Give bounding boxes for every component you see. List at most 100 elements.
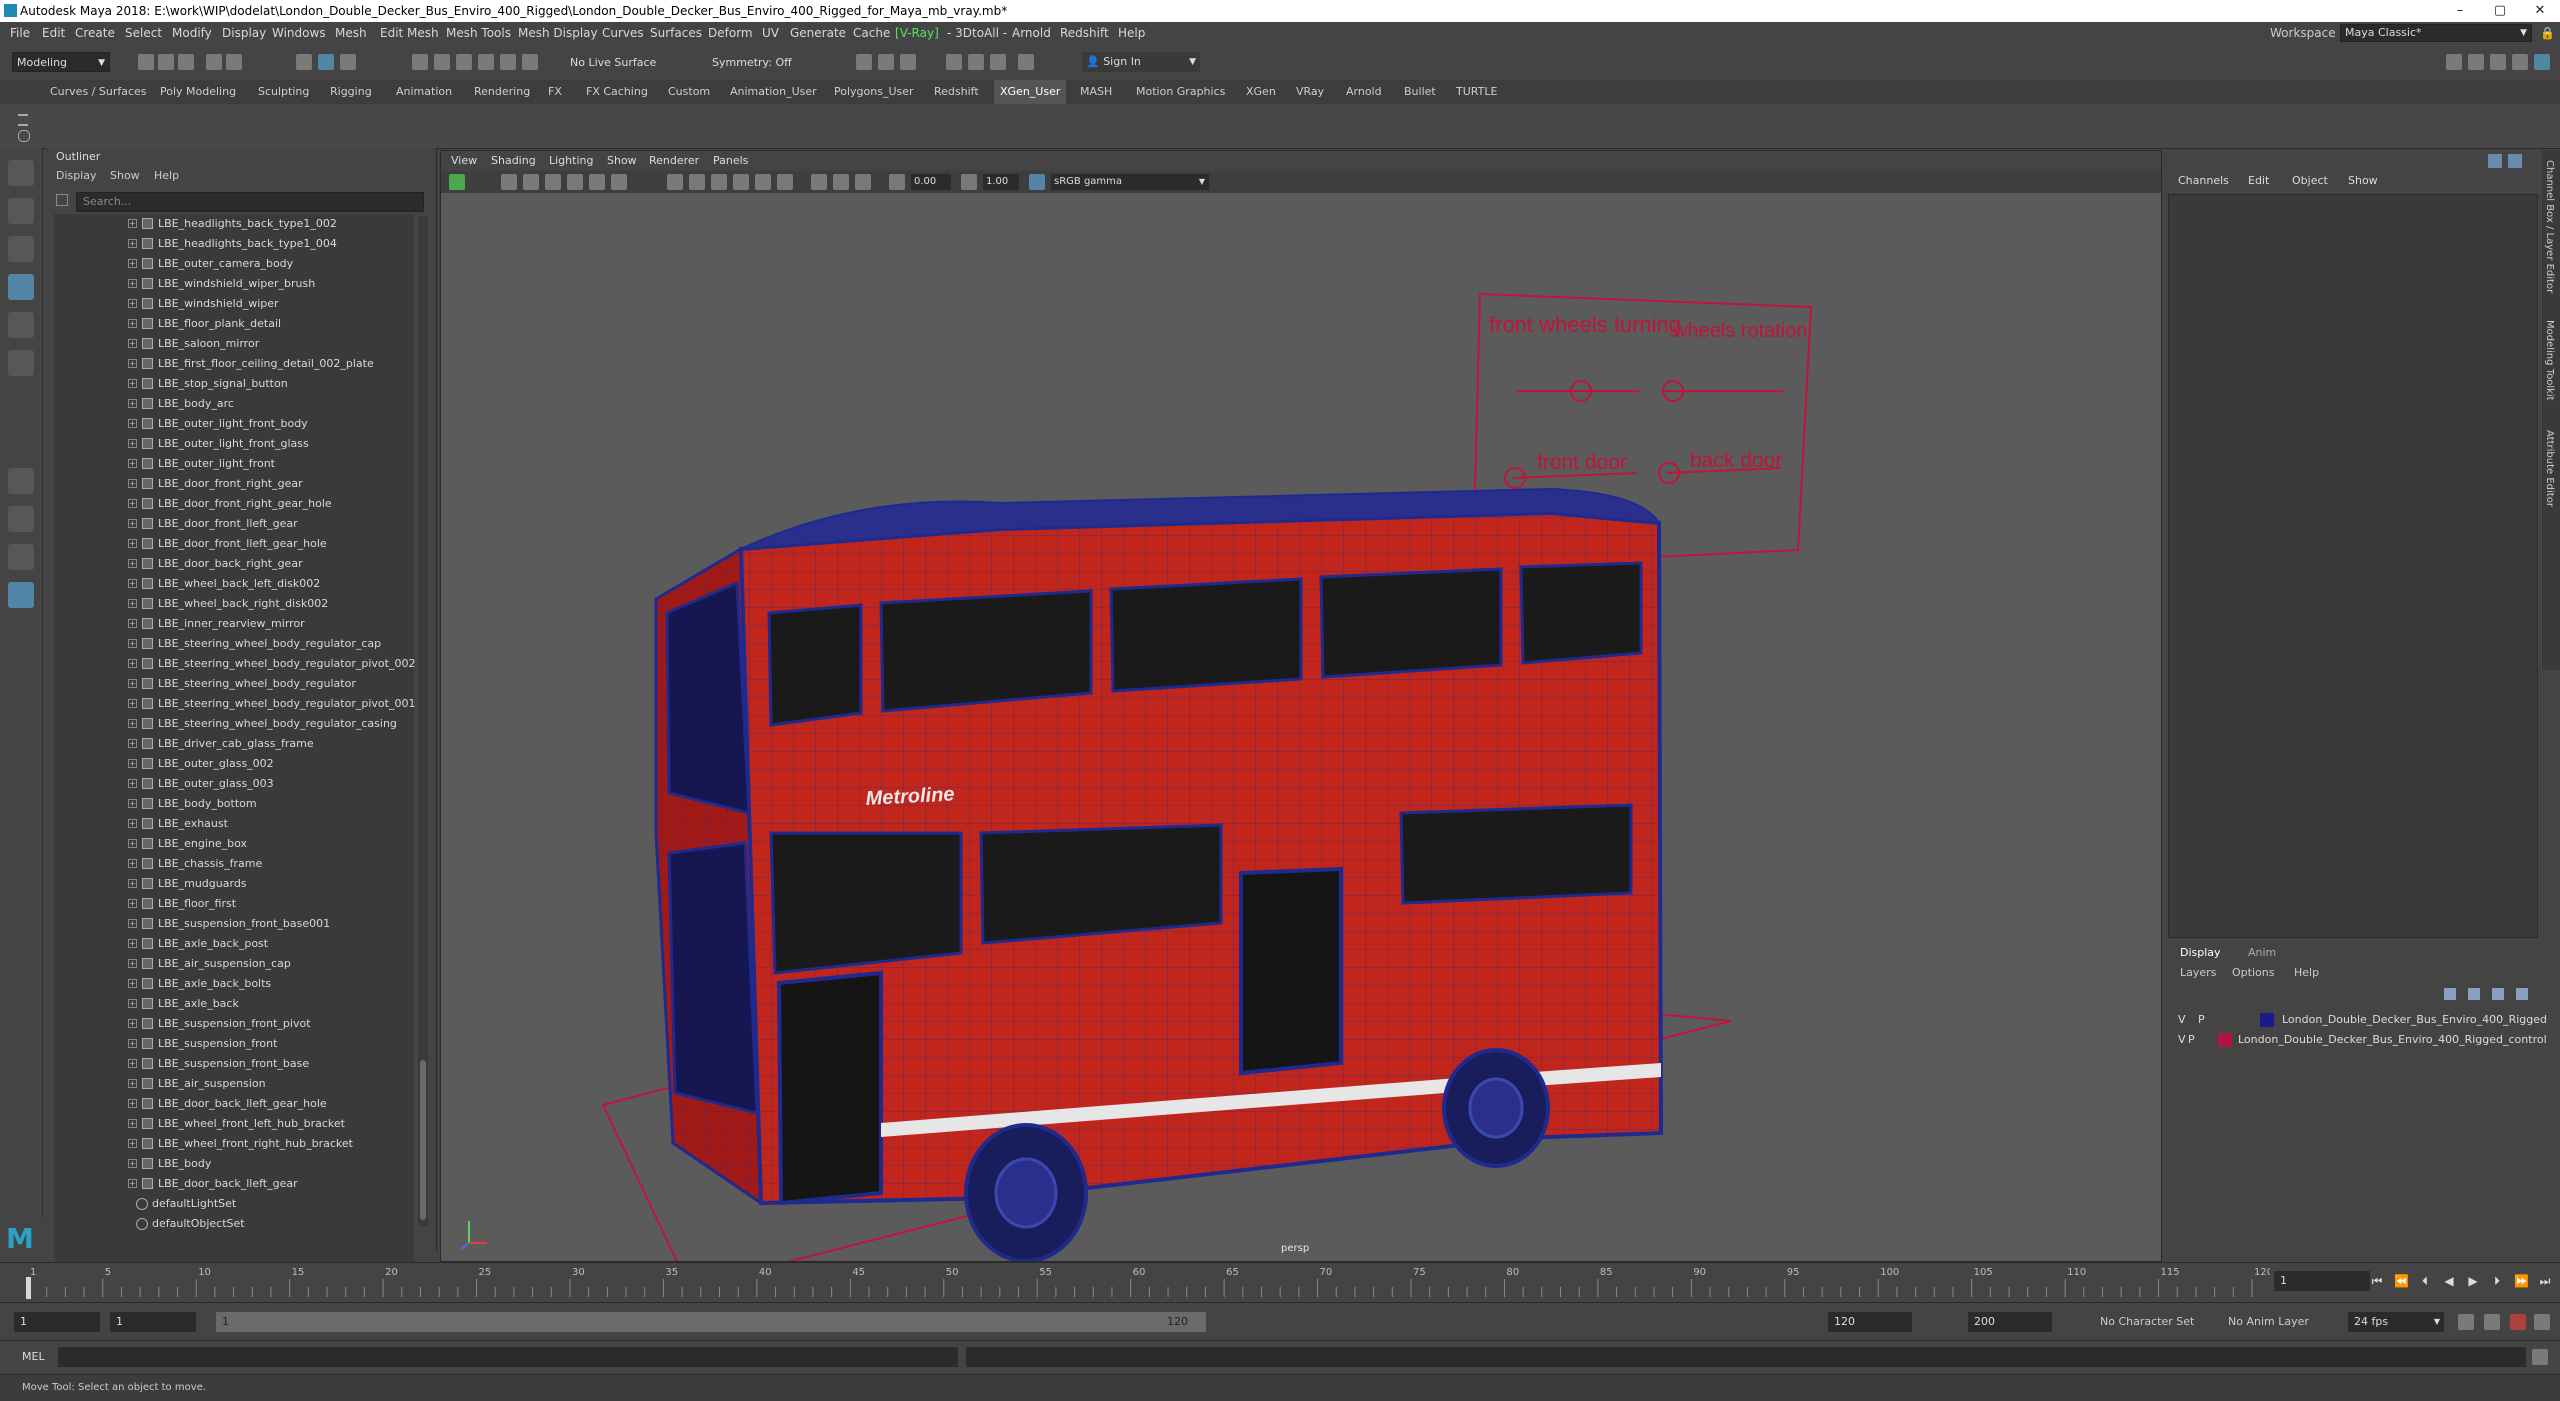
film-gate-icon[interactable] (589, 174, 605, 190)
command-input[interactable] (58, 1347, 958, 1367)
snap-view-plane-icon[interactable] (478, 54, 494, 70)
outliner-item[interactable]: + LBE_engine_box (54, 834, 414, 854)
expand-icon[interactable]: + (128, 899, 137, 908)
expand-icon[interactable]: + (128, 1179, 137, 1188)
minimize-button[interactable]: – (2440, 0, 2480, 22)
expand-icon[interactable]: + (128, 399, 137, 408)
expand-icon[interactable]: + (128, 499, 137, 508)
expand-icon[interactable]: + (128, 619, 137, 628)
menu-3dtoall[interactable]: - 3DtoAll - (947, 22, 1007, 44)
outliner-item[interactable]: + LBE_axle_back_post (54, 934, 414, 954)
expand-icon[interactable]: + (128, 559, 137, 568)
expand-icon[interactable]: + (128, 979, 137, 988)
layer-playback-toggle[interactable]: P (2188, 1030, 2195, 1050)
shelf-tab-animation-user[interactable]: Animation_User (730, 80, 817, 104)
expand-icon[interactable]: + (128, 639, 137, 648)
expand-icon[interactable]: + (128, 319, 137, 328)
step-back-key-icon[interactable]: ⏪ (2394, 1274, 2409, 1288)
filter-icon[interactable] (56, 194, 68, 206)
outliner-item[interactable]: + LBE_steering_wheel_body_regulator_pivot… (54, 654, 415, 674)
expand-icon[interactable]: + (128, 279, 137, 288)
expand-icon[interactable]: + (128, 779, 137, 788)
snap-curve-icon[interactable] (434, 54, 450, 70)
outliner-item[interactable]: + LBE_outer_camera_body (54, 254, 414, 274)
outliner-item[interactable]: + LBE_driver_cab_glass_frame (54, 734, 414, 754)
save-scene-icon[interactable] (178, 54, 194, 70)
close-button[interactable]: ✕ (2520, 0, 2560, 22)
menu-curves[interactable]: Curves (602, 22, 644, 44)
camera-attributes-icon[interactable] (501, 174, 517, 190)
xray-icon[interactable] (833, 174, 849, 190)
ipr-render-icon[interactable] (878, 54, 894, 70)
expand-icon[interactable]: + (128, 1159, 137, 1168)
expand-icon[interactable]: + (128, 839, 137, 848)
outliner-item[interactable]: + LBE_outer_light_front (54, 454, 414, 474)
layer-color-swatch[interactable] (2218, 1033, 2232, 1047)
expand-icon[interactable]: + (128, 759, 137, 768)
side-tab-modeling-toolkit[interactable]: Modeling Toolkit (2544, 320, 2555, 401)
mel-label[interactable]: MEL (22, 1350, 45, 1363)
animation-prefs-icon[interactable] (2534, 1314, 2550, 1330)
expand-icon[interactable]: + (128, 699, 137, 708)
expand-icon[interactable]: + (128, 439, 137, 448)
outliner-search-input[interactable]: Search... (76, 192, 424, 212)
select-tool-icon[interactable] (8, 160, 34, 186)
four-view-icon[interactable] (8, 506, 34, 532)
layer-color-swatch[interactable] (2260, 1013, 2274, 1027)
outliner-item[interactable]: + LBE_body_arc (54, 394, 414, 414)
bus-model[interactable]: Metroline (654, 487, 1664, 1261)
render-settings-icon[interactable] (900, 54, 916, 70)
menu-help[interactable]: Help (1118, 22, 1145, 44)
go-to-end-icon[interactable]: ⏭ (2538, 1274, 2552, 1288)
expand-icon[interactable]: + (128, 679, 137, 688)
expand-icon[interactable]: + (128, 519, 137, 528)
menu-display[interactable]: Display (222, 22, 266, 44)
shelf-menu-icon[interactable] (18, 114, 28, 126)
expand-icon[interactable]: + (128, 299, 137, 308)
outliner-item[interactable]: + LBE_wheel_back_left_disk002 (54, 574, 414, 594)
outliner-item[interactable]: + LBE_outer_glass_003 (54, 774, 414, 794)
viewport-scene[interactable]: front wheels turning wheels rotation fro… (441, 193, 2161, 1261)
expand-icon[interactable]: + (128, 879, 137, 888)
new-layer-selected-icon[interactable] (2516, 988, 2528, 1000)
toggle-outliner-icon[interactable] (2490, 54, 2506, 70)
outliner-item[interactable]: + LBE_headlights_back_type1_004 (54, 234, 414, 254)
bookmark-icon[interactable] (523, 174, 539, 190)
auto-key-icon[interactable] (2484, 1314, 2500, 1330)
outliner-item[interactable]: + LBE_body (54, 1154, 414, 1174)
single-view-icon[interactable] (8, 468, 34, 494)
anim-layer-dropdown[interactable]: No Anim Layer (2228, 1315, 2309, 1328)
expand-icon[interactable]: + (128, 1019, 137, 1028)
snap-surface-icon[interactable] (500, 54, 516, 70)
expand-icon[interactable]: + (128, 859, 137, 868)
rotate-tool-icon[interactable] (8, 312, 34, 338)
snap-vertex-icon[interactable] (522, 54, 538, 70)
outliner-item[interactable]: + LBE_suspension_front (54, 1034, 414, 1054)
layer-playback-toggle[interactable]: P (2198, 1010, 2205, 1030)
outliner-item[interactable]: + LBE_door_back_right_gear (54, 554, 414, 574)
side-tab-channel-box[interactable]: Channel Box / Layer Editor (2544, 160, 2555, 293)
expand-icon[interactable]: + (128, 579, 137, 588)
menu-edit[interactable]: Edit (42, 22, 65, 44)
outliner-menu-help[interactable]: Help (154, 166, 179, 186)
grid-icon[interactable] (567, 174, 583, 190)
current-frame-field[interactable]: 1 (2274, 1271, 2370, 1291)
scale-tool-icon[interactable] (8, 350, 34, 376)
expand-icon[interactable]: + (128, 939, 137, 948)
outliner-item[interactable]: + LBE_stop_signal_button (54, 374, 414, 394)
select-object-icon[interactable] (318, 54, 334, 70)
shelf-tab-animation[interactable]: Animation (396, 80, 452, 104)
outliner-item[interactable]: + LBE_saloon_mirror (54, 334, 414, 354)
expand-icon[interactable]: + (128, 799, 137, 808)
layer-editor-icon[interactable] (2508, 154, 2522, 168)
outliner-item[interactable]: + LBE_body_bottom (54, 794, 414, 814)
lights-icon[interactable] (755, 174, 771, 190)
scene-end-field[interactable]: 200 (1968, 1312, 2052, 1332)
outliner-item[interactable]: + LBE_outer_light_front_body (54, 414, 414, 434)
channelbox-menu-channels[interactable]: Channels (2178, 174, 2229, 187)
symmetry-label[interactable]: Symmetry: Off (712, 56, 792, 69)
expand-icon[interactable]: + (128, 459, 137, 468)
expand-icon[interactable]: + (128, 919, 137, 928)
shelf-tab-redshift[interactable]: Redshift (934, 80, 979, 104)
playback-end-field[interactable]: 120 (1828, 1312, 1912, 1332)
